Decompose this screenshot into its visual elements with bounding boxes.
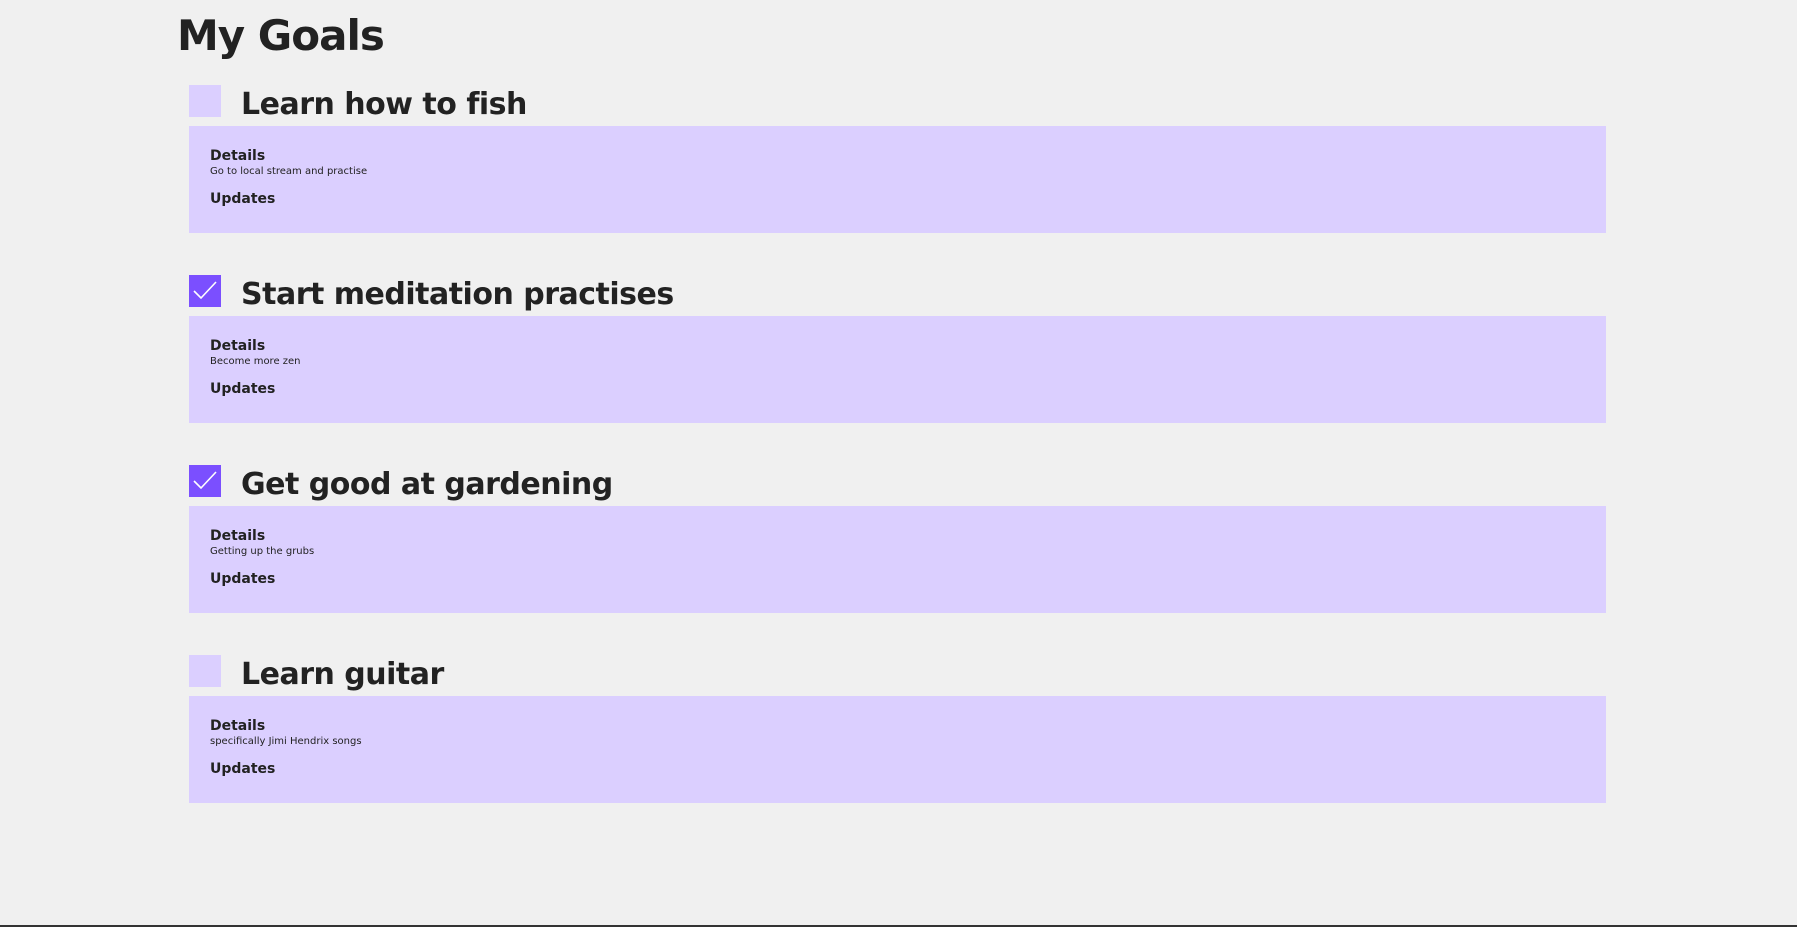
details-heading: Details [210,718,266,734]
goal-card: Details specifically Jimi Hendrix songs … [189,696,1606,803]
goal-card: Details Become more zen Updates [189,316,1606,423]
goal-header: Get good at gardening [189,465,1606,505]
details-text: specifically Jimi Hendrix songs [210,736,362,747]
details-text: Getting up the grubs [210,546,315,557]
updates-heading: Updates [210,381,276,397]
goal-title: Start meditation practises [241,277,674,312]
checkmark-icon [193,471,217,490]
checkmark-icon [193,281,217,300]
page-title: My Goals [177,11,385,60]
details-heading: Details [210,338,266,354]
updates-heading: Updates [210,761,276,777]
goal-checkbox[interactable] [189,85,221,117]
goal-card: Details Getting up the grubs Updates [189,506,1606,613]
updates-heading: Updates [210,191,276,207]
details-text: Go to local stream and practise [210,166,368,177]
goal-header: Learn how to fish [189,85,1606,125]
goal-item: Learn guitar Details specifically Jimi H… [189,655,1606,803]
goal-item: Get good at gardening Details Getting up… [189,465,1606,613]
goal-title: Learn how to fish [241,87,527,122]
details-heading: Details [210,148,266,164]
goal-title: Get good at gardening [241,467,613,502]
details-text: Become more zen [210,356,301,367]
goal-header: Start meditation practises [189,275,1606,315]
goal-item: Learn how to fish Details Go to local st… [189,85,1606,233]
goal-checkbox[interactable] [189,655,221,687]
goal-checkbox[interactable] [189,465,221,497]
updates-heading: Updates [210,571,276,587]
goal-header: Learn guitar [189,655,1606,695]
goal-title: Learn guitar [241,657,444,692]
goal-item: Start meditation practises Details Becom… [189,275,1606,423]
goal-card: Details Go to local stream and practise … [189,126,1606,233]
details-heading: Details [210,528,266,544]
goal-checkbox[interactable] [189,275,221,307]
